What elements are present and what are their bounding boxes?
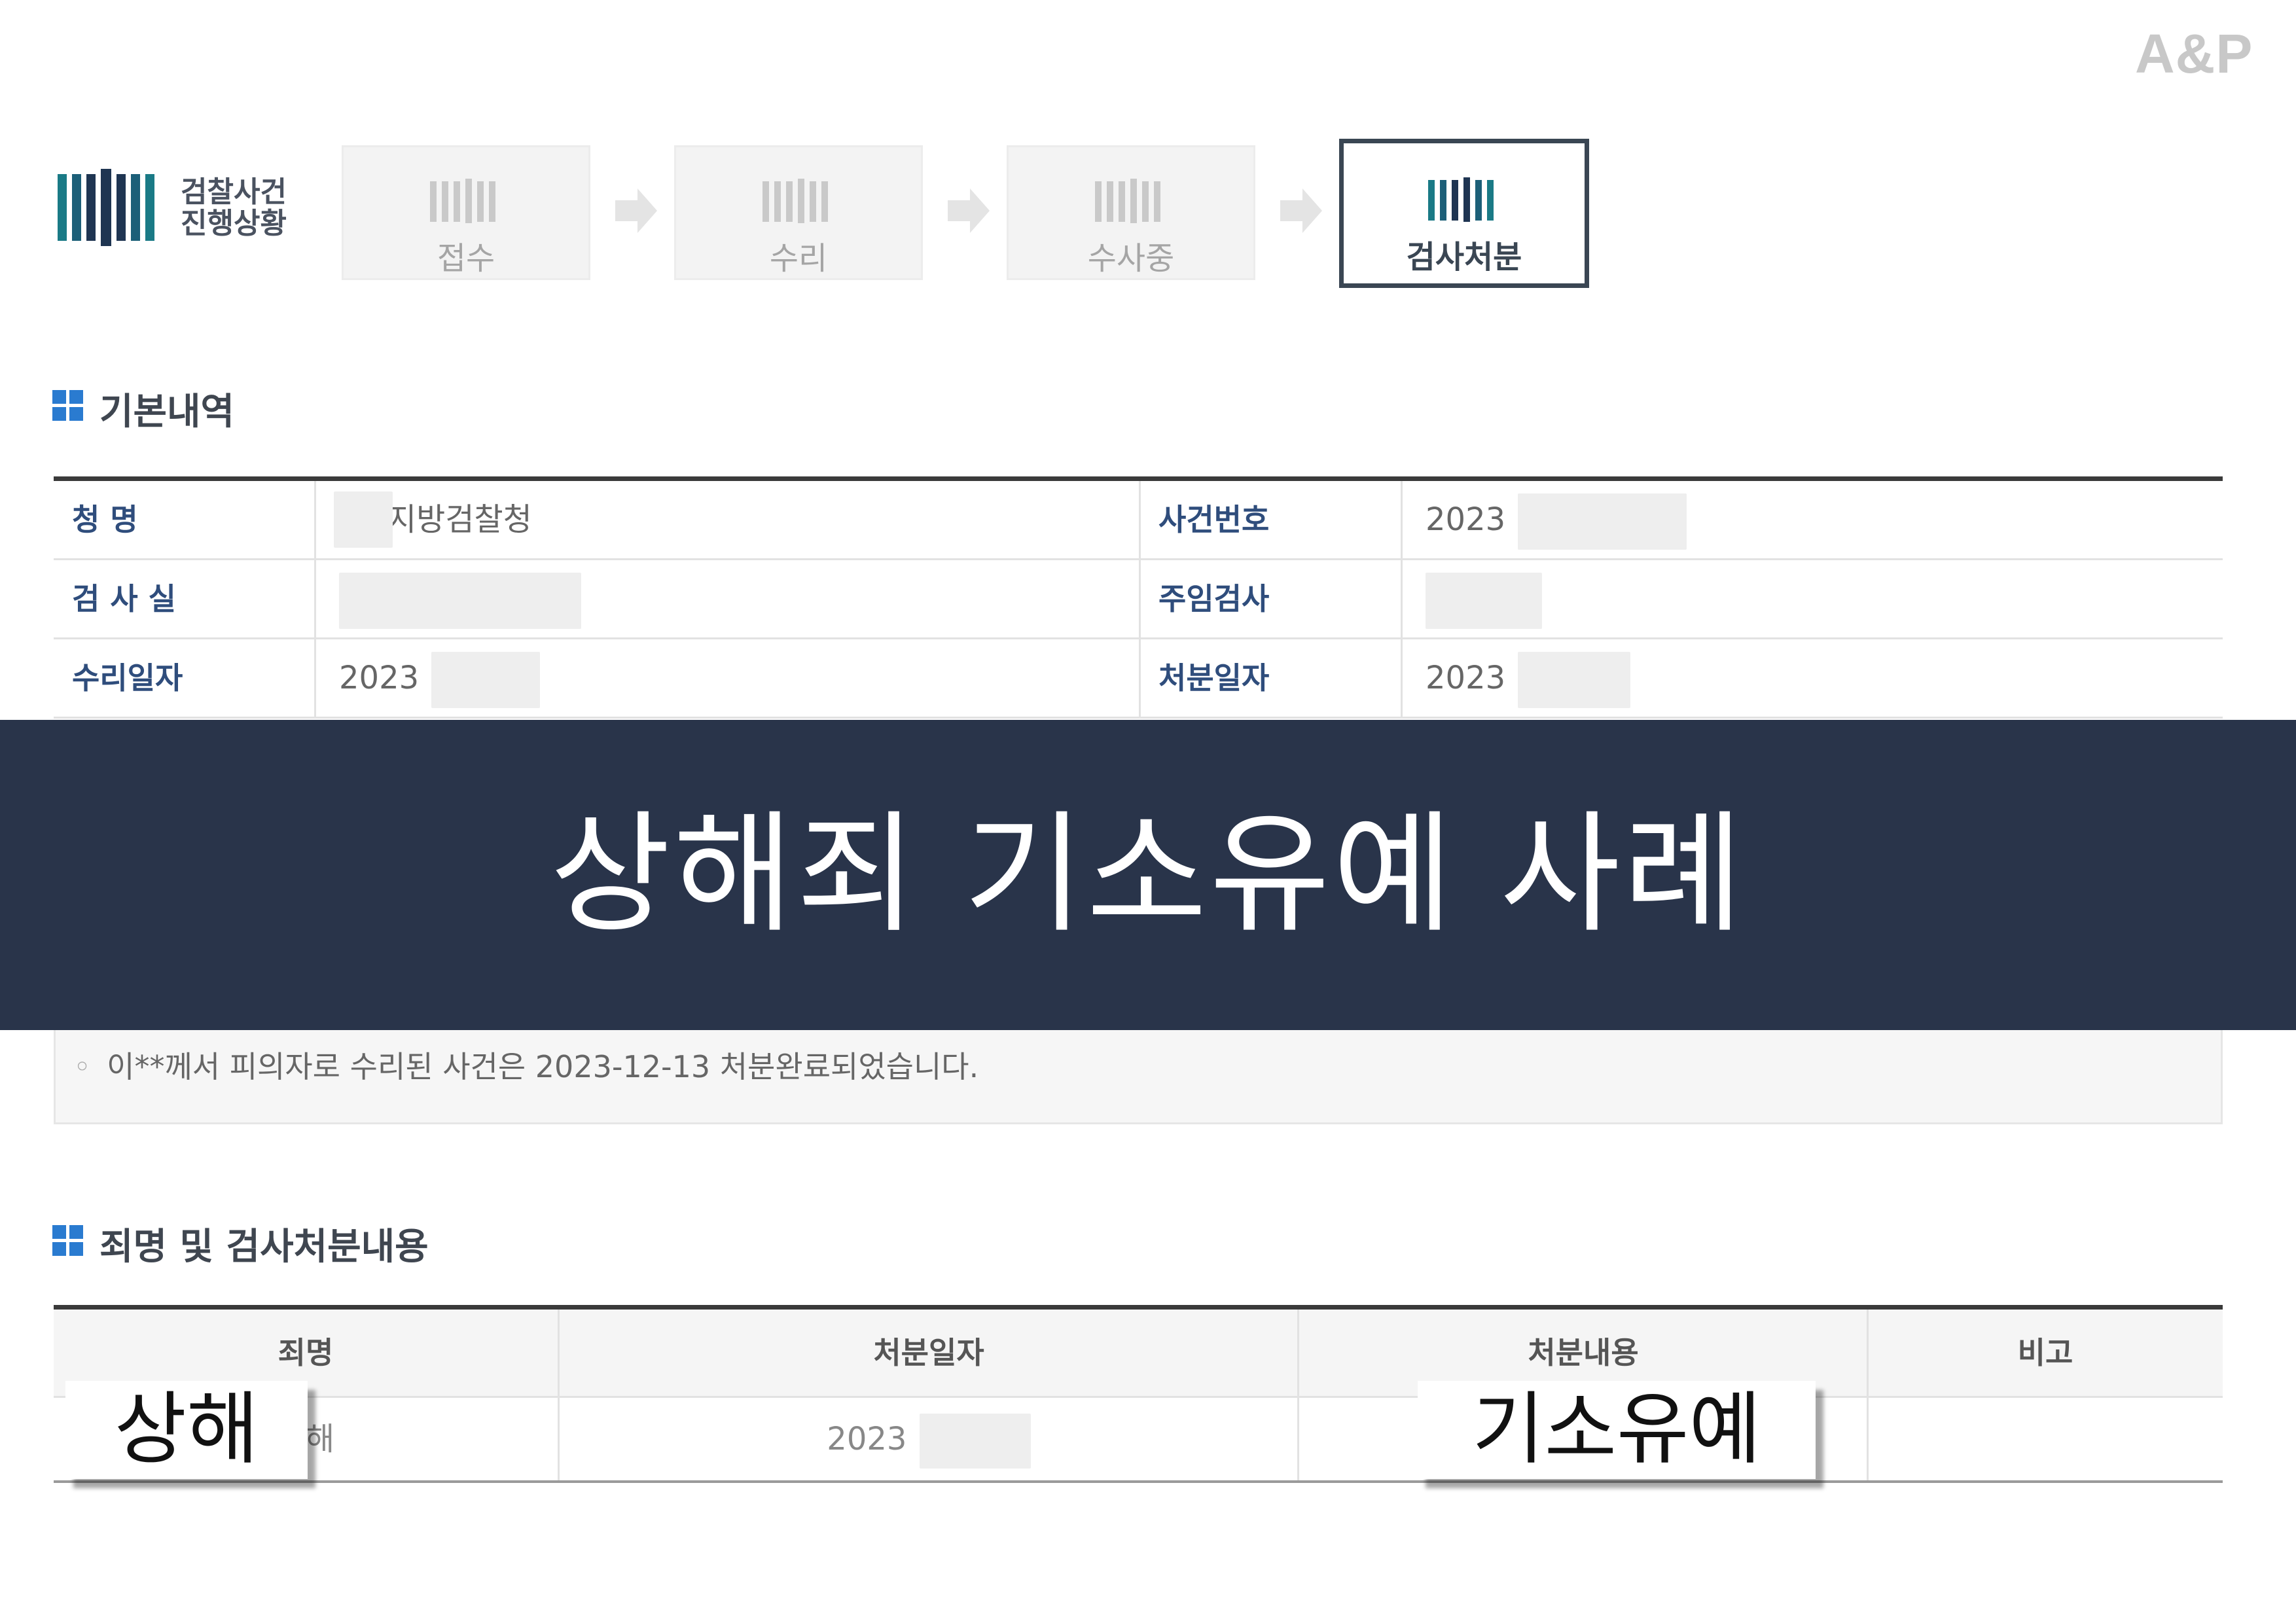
- value-disposition-date: 2023: [1402, 639, 2220, 717]
- column-header-date: 처분일자: [873, 1335, 984, 1370]
- disposition-table: 죄명 처분일자 처분내용 비고 상해 2023 기소유예: [54, 1305, 2223, 1483]
- table-row: 청 명 지방검찰청 사건번호 2023: [54, 481, 2223, 560]
- bullet-icon: ◦: [73, 1049, 92, 1084]
- table-row: 상해 2023 기소유예: [54, 1398, 2223, 1483]
- step-accepted[interactable]: 수리: [674, 145, 923, 280]
- step-bars-icon: [1095, 179, 1160, 223]
- notice-message-text: 이**께서 피의자로 수리된 사건은 2023-12-13 처분완료되었습니다.: [107, 1049, 979, 1084]
- value-office-text: 지방검찰청: [387, 501, 532, 538]
- notice-message: ◦ 이**께서 피의자로 수리된 사건은 2023-12-13 처분완료되었습니다…: [73, 1043, 978, 1086]
- table-row: 검 사 실 주임검사: [54, 560, 2223, 639]
- step-bars-icon: [1428, 177, 1494, 222]
- grid-icon: [52, 390, 83, 421]
- step-label: 수사중: [1087, 240, 1175, 277]
- arrow-right-icon: [948, 188, 990, 233]
- arrow-right-icon: [615, 188, 657, 233]
- redaction: [1426, 573, 1542, 629]
- step-investigating[interactable]: 수사중: [1007, 145, 1255, 280]
- logo-title-line2: 진행상황: [181, 207, 287, 240]
- arrow-right-icon: [1280, 188, 1322, 233]
- prosecution-logo-icon: [58, 169, 154, 246]
- value-prosecutor-office: [315, 560, 1140, 637]
- section-title-basic-info: 기본내역: [99, 391, 235, 433]
- banner-title: 상해죄 기소유예 사례: [550, 798, 1746, 951]
- redaction: [919, 1414, 1031, 1469]
- redaction: [1518, 652, 1631, 708]
- grid-icon: [52, 1225, 83, 1256]
- cell-date: 2023: [559, 1398, 1299, 1480]
- column-header-note: 비고: [2017, 1335, 2073, 1370]
- value-disposition-date-text: 2023: [1426, 660, 1506, 696]
- step-received[interactable]: 접수: [342, 145, 590, 280]
- step-bars-icon: [762, 179, 828, 223]
- cell-date-text: 2023: [827, 1421, 907, 1457]
- section-title-disposition: 죄명 및 검사처분내용: [99, 1226, 429, 1268]
- logo-title-line1: 검찰사건: [181, 175, 287, 209]
- value-case-number: 2023: [1402, 481, 2220, 558]
- step-prosecutor-disposition[interactable]: 검사처분: [1339, 139, 1589, 288]
- value-accept-date-text: 2023: [339, 660, 420, 696]
- basic-info-table: 청 명 지방검찰청 사건번호 2023 검 사 실 주임검사 수리일자 2023: [54, 476, 2223, 719]
- redaction: [1518, 493, 1687, 550]
- redaction: [431, 652, 541, 708]
- step-bars-icon: [430, 179, 495, 223]
- value-lead-prosecutor: [1402, 560, 2220, 637]
- value-office: 지방검찰청: [315, 481, 1140, 558]
- title-banner: 상해죄 기소유예 사례: [0, 720, 2296, 1030]
- step-label: 수리: [769, 240, 828, 277]
- step-label: 접수: [437, 240, 495, 277]
- table-row: 수리일자 2023 처분일자 2023: [54, 639, 2223, 719]
- label-prosecutor-office: 검 사 실: [72, 581, 176, 616]
- cell-note: [1868, 1398, 2223, 1480]
- brand-logo: A&P: [2135, 23, 2253, 84]
- callout-charge: 상해: [65, 1381, 308, 1479]
- callout-result: 기소유예: [1418, 1381, 1816, 1479]
- redaction: [339, 573, 581, 629]
- value-case-number-text: 2023: [1426, 501, 1506, 538]
- label-accept-date: 수리일자: [72, 660, 183, 696]
- table-header: 죄명 처분일자 처분내용 비고: [54, 1310, 2223, 1398]
- label-office: 청 명: [72, 502, 138, 537]
- step-label: 검사처분: [1406, 239, 1522, 276]
- redaction: [334, 491, 393, 548]
- logo-title: 검찰사건 진행상황: [181, 177, 287, 240]
- value-accept-date: 2023: [315, 639, 1140, 717]
